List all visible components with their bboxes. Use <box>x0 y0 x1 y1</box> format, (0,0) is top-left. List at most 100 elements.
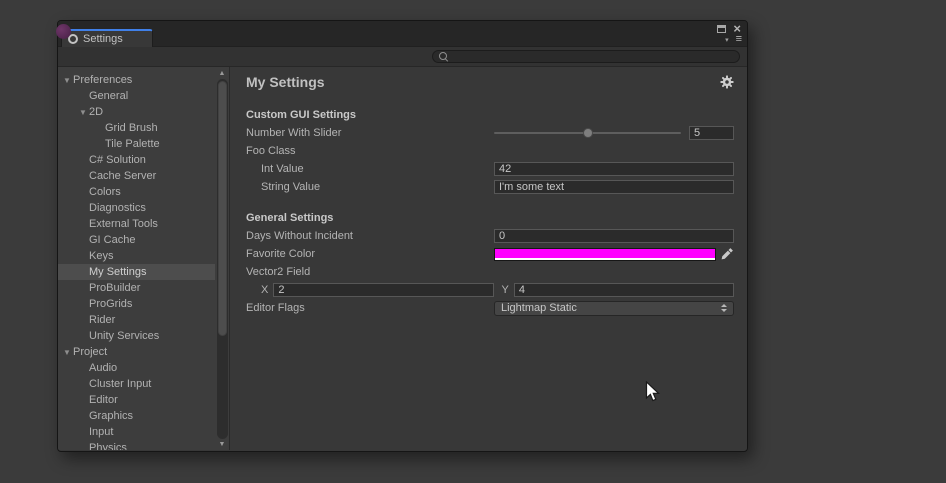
sidebar-item-probuilder[interactable]: ProBuilder <box>58 280 215 296</box>
sidebar-item-external-tools[interactable]: External Tools <box>58 216 215 232</box>
sidebar-item-label: 2D <box>89 106 103 118</box>
sidebar-item-label: Keys <box>89 250 113 262</box>
scrollbar-track[interactable] <box>217 79 228 439</box>
sidebar-item-unity-services[interactable]: Unity Services <box>58 328 215 344</box>
sidebar-item-label: General <box>89 90 128 102</box>
int-value-input[interactable]: 42 <box>494 162 734 176</box>
expander-icon[interactable]: ▼ <box>63 76 73 85</box>
sidebar-item-label: C# Solution <box>89 154 146 166</box>
days-input[interactable]: 0 <box>494 229 734 243</box>
scrollbar-thumb[interactable] <box>218 81 227 336</box>
sidebar-item-rider[interactable]: Rider <box>58 312 215 328</box>
field-row-int-value: Int Value 42 <box>246 161 734 177</box>
sidebar-item-tile-palette[interactable]: Tile Palette <box>58 136 215 152</box>
sidebar-item-label: ProGrids <box>89 298 132 310</box>
section-header-general: General Settings <box>246 212 734 226</box>
color-swatch-fill <box>495 249 715 258</box>
field-row-vector2-xy: X 2 Y 4 <box>246 282 734 298</box>
vector2-y-input[interactable]: 4 <box>514 283 734 297</box>
field-row-string-value: String Value I'm some text <box>246 179 734 195</box>
field-label: String Value <box>246 181 494 193</box>
sidebar-item-label: Project <box>73 346 107 358</box>
field-label: Number With Slider <box>246 127 494 139</box>
field-label: Int Value <box>246 163 494 175</box>
field-label: Foo Class <box>246 145 494 157</box>
y-axis-label: Y <box>502 284 514 296</box>
settings-panel: My Settings <box>230 67 747 450</box>
editor-flags-dropdown[interactable]: Lightmap Static <box>494 301 734 316</box>
hamburger-menu-icon: ≡ <box>736 35 741 44</box>
sidebar-item-label: Cache Server <box>89 170 156 182</box>
field-row-favorite-color: Favorite Color <box>246 246 734 262</box>
sidebar-item-label: ProBuilder <box>89 282 140 294</box>
sidebar-item-keys[interactable]: Keys <box>58 248 215 264</box>
slider-value-input[interactable]: 5 <box>689 126 734 140</box>
sidebar-item-diagnostics[interactable]: Diagnostics <box>58 200 215 216</box>
sidebar-item-label: Cluster Input <box>89 378 151 390</box>
sidebar-item-progrids[interactable]: ProGrids <box>58 296 215 312</box>
field-label: Editor Flags <box>246 302 494 314</box>
sidebar-item-label: Physics <box>89 442 127 450</box>
sidebar-item-csharp-solution[interactable]: C# Solution <box>58 152 215 168</box>
dropdown-arrows-icon <box>721 304 727 312</box>
scroll-down-icon[interactable]: ▼ <box>219 440 226 449</box>
titlebar: Settings × ▾ ≡ <box>58 21 747 47</box>
sidebar-item-audio[interactable]: Audio <box>58 360 215 376</box>
sidebar-item-label: Tile Palette <box>105 138 160 150</box>
expander-icon[interactable]: ▼ <box>63 348 73 357</box>
sidebar-item-label: Unity Services <box>89 330 159 342</box>
sidebar-item-physics[interactable]: Physics <box>58 440 215 450</box>
sidebar-item-general[interactable]: General <box>58 88 215 104</box>
page-title: My Settings <box>246 74 325 90</box>
slider-handle[interactable] <box>583 128 593 138</box>
sidebar-item-input[interactable]: Input <box>58 424 215 440</box>
purple-dot <box>56 24 71 39</box>
sidebar-item-my-settings[interactable]: My Settings <box>58 264 215 280</box>
sidebar-item-cluster-input[interactable]: Cluster Input <box>58 376 215 392</box>
toolbar <box>58 47 747 67</box>
expander-icon[interactable]: ▼ <box>79 108 89 117</box>
sidebar-item-label: Input <box>89 426 113 438</box>
color-swatch[interactable] <box>494 248 716 261</box>
sidebar-item-label: External Tools <box>89 218 158 230</box>
sidebar-item-label: Grid Brush <box>105 122 158 134</box>
search-input[interactable] <box>432 50 740 63</box>
field-label: Days Without Incident <box>246 230 494 242</box>
sidebar-item-cache-server[interactable]: Cache Server <box>58 168 215 184</box>
maximize-icon[interactable] <box>717 25 726 33</box>
sidebar-item-graphics[interactable]: Graphics <box>58 408 215 424</box>
sidebar-item-colors[interactable]: Colors <box>58 184 215 200</box>
field-row-days: Days Without Incident 0 <box>246 228 734 244</box>
sidebar-item-editor[interactable]: Editor <box>58 392 215 408</box>
window-menu-button[interactable]: ▾ ≡ <box>725 35 741 44</box>
field-label: Favorite Color <box>246 248 494 260</box>
sidebar-item-label: Rider <box>89 314 115 326</box>
sidebar-item-label: Editor <box>89 394 118 406</box>
color-swatch-alpha-bar <box>495 258 715 260</box>
number-slider[interactable] <box>494 126 681 140</box>
field-row-foo-class: Foo Class <box>246 143 734 159</box>
eyedropper-icon[interactable] <box>720 247 734 261</box>
sidebar-item-2d[interactable]: ▼2D <box>58 104 215 120</box>
content-area: ▼Preferences General ▼2D Grid Brush Tile… <box>58 67 747 450</box>
chevron-down-icon: ▾ <box>725 36 729 44</box>
sidebar-item-grid-brush[interactable]: Grid Brush <box>58 120 215 136</box>
string-value-input[interactable]: I'm some text <box>494 180 734 194</box>
window-controls: × ▾ ≡ <box>717 24 741 44</box>
sidebar-item-preferences[interactable]: ▼Preferences <box>58 72 215 88</box>
sidebar-item-label: Preferences <box>73 74 132 86</box>
field-row-vector2: Vector2 Field <box>246 264 734 280</box>
vector2-x-input[interactable]: 2 <box>273 283 493 297</box>
gear-icon[interactable] <box>720 75 734 89</box>
mouse-cursor-icon <box>645 381 661 408</box>
sidebar-item-gi-cache[interactable]: GI Cache <box>58 232 215 248</box>
field-label: Vector2 Field <box>246 266 494 278</box>
search-icon <box>439 52 449 62</box>
field-row-number-with-slider: Number With Slider 5 <box>246 125 734 141</box>
sidebar-scrollbar[interactable]: ▲ ▼ <box>215 67 230 450</box>
tab-settings[interactable]: Settings <box>61 29 153 47</box>
field-row-editor-flags: Editor Flags Lightmap Static <box>246 300 734 316</box>
scroll-up-icon[interactable]: ▲ <box>219 69 226 78</box>
section-header-custom-gui: Custom GUI Settings <box>246 109 734 123</box>
sidebar-item-project[interactable]: ▼Project <box>58 344 215 360</box>
